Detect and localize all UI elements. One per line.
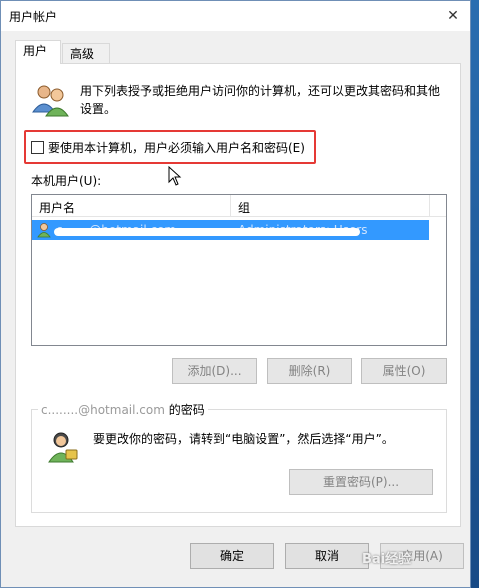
properties-button[interactable]: 属性(O) xyxy=(361,358,447,384)
column-divider xyxy=(429,195,430,217)
users-icon xyxy=(32,85,69,117)
intro-text: 用下列表授予或拒绝用户访问你的计算机，还可以更改其密码和其他设置。 xyxy=(80,84,441,116)
column-username[interactable]: 用户名 xyxy=(39,199,75,216)
listview-header: 用户名 组 xyxy=(32,195,446,217)
cancel-button[interactable]: 取消 xyxy=(285,543,369,569)
add-user-button[interactable]: 添加(D)... xyxy=(172,358,257,384)
column-divider xyxy=(230,195,231,217)
table-row[interactable]: c.......@hotmail.com Administrators; Use… xyxy=(32,220,429,240)
password-group-account: c........@hotmail.com xyxy=(41,403,165,417)
password-group-title: c........@hotmail.com 的密码 xyxy=(38,401,208,418)
password-group-suffix: 的密码 xyxy=(164,403,205,417)
users-list-label: 本机用户(U): xyxy=(31,174,102,188)
users-listview[interactable]: 用户名 组 c.......@hotmail.com Administrator… xyxy=(31,194,447,346)
remove-user-button[interactable]: 删除(R) xyxy=(267,358,352,384)
column-group[interactable]: 组 xyxy=(238,199,250,216)
password-instructions: 要更改你的密码，请转到“电脑设置”，然后选择“用户”。 xyxy=(93,432,394,446)
tab-advanced[interactable]: 高级 xyxy=(62,43,110,65)
apply-button[interactable]: 应用(A) xyxy=(380,543,464,569)
password-groupbox xyxy=(31,409,447,513)
user-icon xyxy=(37,223,51,238)
reset-password-button[interactable]: 重置密码(P)... xyxy=(289,469,433,495)
close-icon[interactable]: ✕ xyxy=(442,5,464,27)
tab-users[interactable]: 用户 xyxy=(15,40,61,64)
user-password-icon xyxy=(48,432,78,463)
ok-button[interactable]: 确定 xyxy=(190,543,274,569)
title-bar: 用户帐户 ✕ xyxy=(1,1,470,31)
require-login-checkbox[interactable] xyxy=(31,141,44,154)
mouse-cursor-icon xyxy=(168,166,182,186)
require-login-option[interactable]: 要使用本计算机，用户必须输入用户名和密码(E) xyxy=(31,139,305,156)
redaction-bar xyxy=(54,228,360,236)
window-title: 用户帐户 xyxy=(9,10,58,24)
require-login-label: 要使用本计算机，用户必须输入用户名和密码(E) xyxy=(48,141,305,155)
